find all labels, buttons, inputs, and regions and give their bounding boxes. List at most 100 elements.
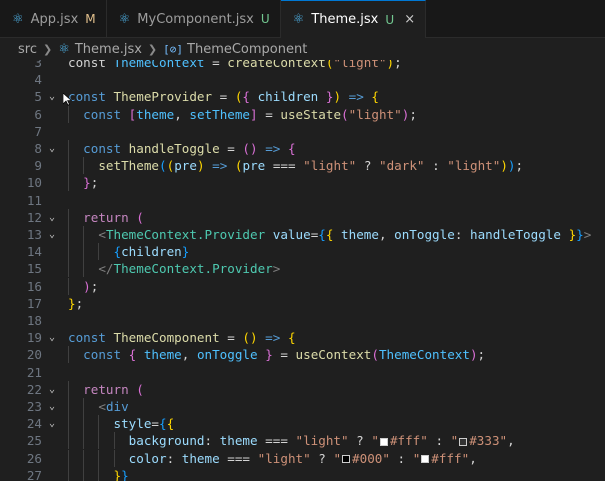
breadcrumb-symbol[interactable]: ThemeComponent <box>187 42 307 57</box>
code-line[interactable]: 12 ⌄ return ( <box>0 208 605 226</box>
code-line[interactable]: 14 {children} <box>0 243 605 261</box>
fold-chevron-icon[interactable]: ⌄ <box>49 88 55 105</box>
code-token: const <box>83 347 129 363</box>
code-token: ThemeProvider <box>113 89 213 105</box>
code-token: { <box>128 347 144 363</box>
code-line[interactable]: 11 <box>0 192 605 209</box>
code-token: : <box>166 450 182 466</box>
line-number: 15 <box>26 261 42 277</box>
line-number: 6 <box>34 106 42 122</box>
code-token: => <box>265 330 281 346</box>
code-token: } <box>68 295 76 311</box>
code-line[interactable]: 6 const [theme, setTheme] = useState("li… <box>0 105 605 123</box>
code-line[interactable]: 21 <box>0 364 605 381</box>
code-token: theme <box>341 227 379 242</box>
code-line[interactable]: 15 </ThemeContext.Provider> <box>0 260 605 278</box>
code-token: theme <box>143 347 182 363</box>
code-line[interactable]: 23 ⌄ <div <box>0 398 605 415</box>
code-token: pre <box>242 158 266 174</box>
mouse-pointer-icon <box>62 92 73 106</box>
code-line[interactable]: 13 ⌄ <ThemeContext.Provider value={{ them… <box>0 226 605 243</box>
line-number: 17 <box>26 295 42 311</box>
breadcrumb-file[interactable]: Theme.jsx <box>75 42 142 57</box>
code-token: ; <box>90 278 99 294</box>
fold-chevron-icon[interactable]: ⌄ <box>49 329 55 346</box>
code-token: => <box>348 89 364 105</box>
code-line[interactable]: 26 color: theme === "light" ? " #000" : "… <box>0 449 605 467</box>
fold-chevron-icon[interactable]: ⌄ <box>49 415 55 432</box>
fold-chevron-icon[interactable]: ⌄ <box>49 226 55 243</box>
tab-mycomponent-jsx[interactable]: ⚛ MyComponent.jsx U <box>107 0 281 38</box>
code-editor[interactable]: 3 const ThemeContext = createContext("lig… <box>0 60 605 481</box>
color-swatch[interactable] <box>379 437 388 446</box>
code-token: { <box>325 227 342 242</box>
line-number: 22 <box>26 381 42 397</box>
color-swatch[interactable] <box>342 455 351 464</box>
code-line[interactable]: 22 ⌄ return ( <box>0 380 605 398</box>
code-text: }; <box>68 174 98 191</box>
line-number: 26 <box>26 450 42 466</box>
line-number: 27 <box>26 467 42 481</box>
fold-chevron-icon[interactable]: ⌄ <box>49 398 55 415</box>
code-token: () <box>242 330 258 346</box>
code-token: ; <box>515 158 524 174</box>
code-text: {children} <box>68 243 190 260</box>
code-line[interactable]: 17}; <box>0 295 605 312</box>
code-line[interactable]: 18 <box>0 312 605 329</box>
code-line[interactable]: 3 const ThemeContext = createContext("lig… <box>0 60 605 71</box>
code-line[interactable]: 24 ⌄ style={{ <box>0 415 605 433</box>
close-icon[interactable]: × <box>404 12 415 27</box>
code-text: setTheme((pre) => (pre === "light" ? "da… <box>68 157 523 174</box>
code-token: = <box>219 141 243 156</box>
git-status-badge: M <box>85 12 96 26</box>
code-token: onToggle <box>394 227 455 242</box>
code-line[interactable]: 5 ⌄ const ThemeProvider = ({ children }) =… <box>0 88 605 105</box>
fold-chevron-icon[interactable]: ⌄ <box>49 140 55 157</box>
code-line[interactable]: 16 ); <box>0 277 605 295</box>
code-token: { <box>166 416 175 432</box>
git-status-badge: U <box>260 12 270 26</box>
line-number: 7 <box>34 123 42 139</box>
code-line[interactable]: 9 setTheme((pre) => (pre === "light" ? "… <box>0 157 605 175</box>
code-line[interactable]: 20 const { theme, onToggle } = useContex… <box>0 346 605 364</box>
color-swatch[interactable] <box>421 455 430 464</box>
code-token: ) <box>386 60 395 70</box>
code-line[interactable]: 8 ⌄ const handleToggle = () => { <box>0 140 605 157</box>
code-text: const [theme, setTheme] = useState("ligh… <box>68 106 417 123</box>
code-line[interactable]: 27 }} <box>0 466 605 481</box>
tab-theme-jsx[interactable]: ⚛ Theme.jsx U × <box>280 0 427 38</box>
code-token: } <box>257 347 273 363</box>
code-token: ? <box>348 433 372 449</box>
code-text: const handleToggle = () => { <box>68 140 295 157</box>
code-text: ); <box>68 278 98 295</box>
fold-chevron-icon[interactable]: ⌄ <box>49 209 55 226</box>
symbol-variable-icon: [⊘] <box>163 42 184 56</box>
code-token: handleToggle <box>469 227 561 242</box>
code-line[interactable]: 19 ⌄ const ThemeComponent = () => { <box>0 329 605 346</box>
tab-app-jsx[interactable]: ⚛ App.jsx M <box>0 0 107 38</box>
code-token: } <box>560 227 577 242</box>
line-number: 20 <box>26 347 42 363</box>
breadcrumb-folder[interactable]: src <box>18 42 37 57</box>
code-token: } <box>318 89 334 105</box>
fold-chevron-icon[interactable]: ⌄ <box>49 381 55 398</box>
code-line[interactable]: 25 background: theme === "light" ? " #fff… <box>0 432 605 450</box>
react-file-icon: ⚛ <box>292 12 305 27</box>
code-token: > <box>583 227 592 242</box>
code-line[interactable]: 4 <box>0 71 605 88</box>
code-token: theme <box>219 433 258 449</box>
code-line[interactable]: 10 }; <box>0 174 605 192</box>
code-line[interactable]: 7 <box>0 123 605 140</box>
code-token: ( <box>234 158 243 174</box>
code-token: ; <box>90 175 99 191</box>
code-token: = <box>272 347 296 363</box>
code-token: , <box>174 106 190 122</box>
code-token: === <box>265 158 304 174</box>
code-token: useContext <box>295 347 372 363</box>
color-swatch[interactable] <box>459 437 468 446</box>
